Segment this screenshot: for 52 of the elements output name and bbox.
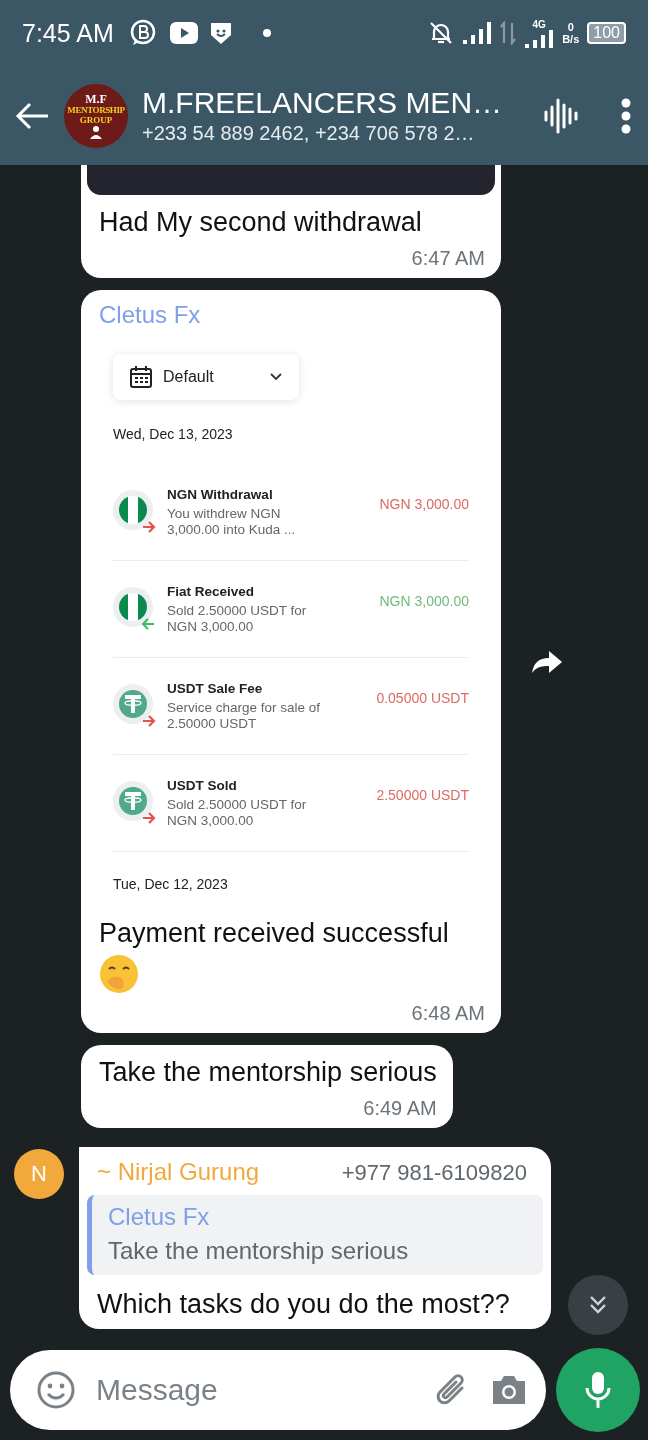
transaction-title: NGN Withdrawal (167, 486, 274, 502)
message-input[interactable]: Message (94, 1372, 414, 1408)
signal-icon (462, 21, 493, 45)
sender-name: Cletus Fx (99, 300, 202, 330)
speed-value: 0 (567, 21, 574, 33)
dot-icon (261, 28, 272, 38)
data-arrows-icon (500, 21, 517, 45)
date-heading: Wed, Dec 13, 2023 (113, 426, 234, 442)
transaction-title: USDT Sale Fee (167, 680, 264, 696)
status-time: 7:45 AM (22, 18, 114, 48)
transaction-amount: 2.50000 USDT (376, 787, 469, 803)
emoji-icon[interactable] (36, 1370, 76, 1410)
microphone-icon (584, 1370, 612, 1410)
transaction-amount: 0.05000 USDT (376, 690, 469, 706)
battery-level: 100 (587, 22, 626, 44)
more-options-icon[interactable] (620, 97, 632, 134)
message-time: 6:47 AM (411, 247, 485, 270)
speed-unit: B/s (562, 33, 580, 45)
voice-wave-icon[interactable] (544, 97, 578, 134)
message-time: 6:49 AM (363, 1097, 437, 1120)
back-arrow-icon[interactable] (14, 100, 50, 131)
message-text: Which tasks do you do the most?? (96, 1288, 511, 1321)
date-heading: Tue, Dec 12, 2023 (113, 876, 229, 892)
transaction-amount: NGN 3,000.00 (379, 496, 469, 512)
shield-icon (209, 21, 232, 45)
filter-dropdown: Default (113, 354, 299, 400)
group-avatar[interactable]: M.F MENTORSHIP GROUP (64, 83, 128, 148)
group-members: +233 54 889 2462, +234 706 578 2… (142, 122, 476, 145)
transaction-title: USDT Sold (167, 777, 238, 793)
message-text: Take the mentorship serious (99, 1056, 437, 1089)
transaction-amount: NGN 3,000.00 (379, 593, 469, 609)
transaction-description: Service charge for sale of 2.50000 USDT (167, 699, 322, 732)
group-name[interactable]: M.FREELANCERS MEN… (142, 86, 530, 120)
camera-icon[interactable] (490, 1373, 528, 1407)
message-text: Payment received successful (99, 917, 450, 950)
message-field[interactable]: Message (10, 1350, 546, 1430)
play-icon (169, 22, 198, 44)
signal-icon (524, 29, 555, 48)
sender-phone: +977 981-6109820 (341, 1160, 527, 1186)
chevron-down-icon (269, 372, 283, 382)
network-type: 4G (532, 18, 546, 30)
transaction-title: Fiat Received (167, 583, 256, 599)
transaction-description: Sold 2.50000 USDT for NGN 3,000.00 (167, 796, 308, 829)
sender-name: ~ Nirjal Gurung (97, 1157, 260, 1187)
forward-icon[interactable] (531, 649, 563, 674)
message-time: 6:48 AM (411, 1002, 485, 1025)
quoted-message[interactable]: Cletus Fx Take the mentorship serious (87, 1195, 543, 1275)
transaction-description: Sold 2.50000 USDT for NGN 3,000.00 (167, 602, 308, 635)
message-text: Had My second withdrawal (99, 206, 423, 239)
transaction-description: You withdrew NGN 3,000.00 into Kuda ... (167, 505, 297, 538)
emoji-icon (99, 954, 139, 994)
calendar-icon (129, 365, 153, 389)
